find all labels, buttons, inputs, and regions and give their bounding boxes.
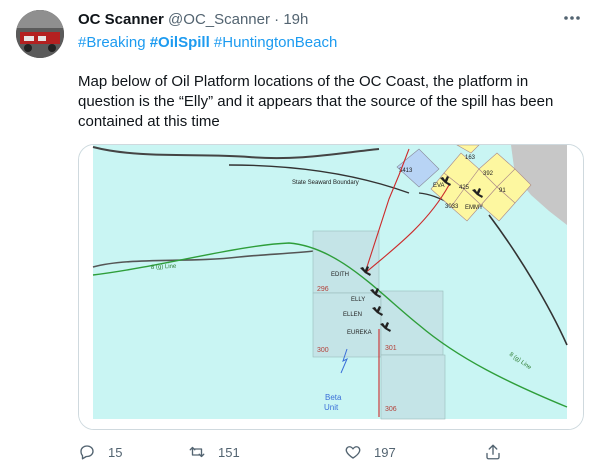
hashtag-link[interactable]: #OilSpill <box>150 34 210 51</box>
platform-label: EVA <box>433 183 445 189</box>
unit-label: Unit <box>324 403 339 412</box>
tweet[interactable]: OC Scanner @OC_Scanner · 19h #Breaking #… <box>0 0 600 474</box>
tweet-time[interactable]: 19h <box>283 11 308 28</box>
retweet-icon <box>189 446 205 458</box>
user-handle[interactable]: @OC_Scanner <box>168 11 270 28</box>
hashtag-link[interactable]: #Breaking <box>78 34 146 51</box>
reply-count: 15 <box>108 444 123 460</box>
more-icon[interactable] <box>562 8 582 28</box>
block-label: 296 <box>317 286 329 293</box>
block-label: 392 <box>483 171 494 177</box>
share-button[interactable] <box>484 442 502 462</box>
like-icon <box>345 446 361 459</box>
block-label: 301 <box>385 345 397 352</box>
platform-label: ELLY <box>351 297 365 303</box>
platform-label: ELLEN <box>343 312 362 318</box>
platform-label: EMMY <box>465 205 483 211</box>
like-button[interactable]: 197 <box>344 442 396 462</box>
tweet-text: Map below of Oil Platform locations of t… <box>78 73 554 130</box>
tweet-actions: 15 151 197 <box>78 442 518 462</box>
platform-label: EUREKA <box>347 330 372 336</box>
hashtags: #Breaking #OilSpill #HuntingtonBeach <box>78 33 337 53</box>
separator-dot: · <box>274 11 280 28</box>
block-label: 300 <box>317 347 329 354</box>
block-label: 425 <box>459 185 470 191</box>
display-name[interactable]: OC Scanner <box>78 11 164 28</box>
unit-label: Beta <box>325 393 342 402</box>
map-image[interactable]: State Seaward Boundary 3413 163 392 425 … <box>78 144 584 430</box>
boundary-label: State Seaward Boundary <box>292 180 359 186</box>
block-label: 91 <box>499 188 506 194</box>
block-label: 163 <box>465 155 476 161</box>
share-icon <box>486 444 500 460</box>
retweet-button[interactable]: 151 <box>188 442 240 462</box>
reply-button[interactable]: 15 <box>78 442 122 462</box>
avatar[interactable] <box>16 10 64 58</box>
tweet-header: OC Scanner @OC_Scanner · 19h <box>78 10 308 30</box>
reply-icon <box>80 445 94 460</box>
hashtag-link[interactable]: #HuntingtonBeach <box>214 34 337 51</box>
block-label: 306 <box>385 406 397 413</box>
retweet-count: 151 <box>218 444 240 460</box>
platform-label: EDITH <box>331 272 349 278</box>
block-label: 3033 <box>445 204 459 210</box>
like-count: 197 <box>374 444 396 460</box>
